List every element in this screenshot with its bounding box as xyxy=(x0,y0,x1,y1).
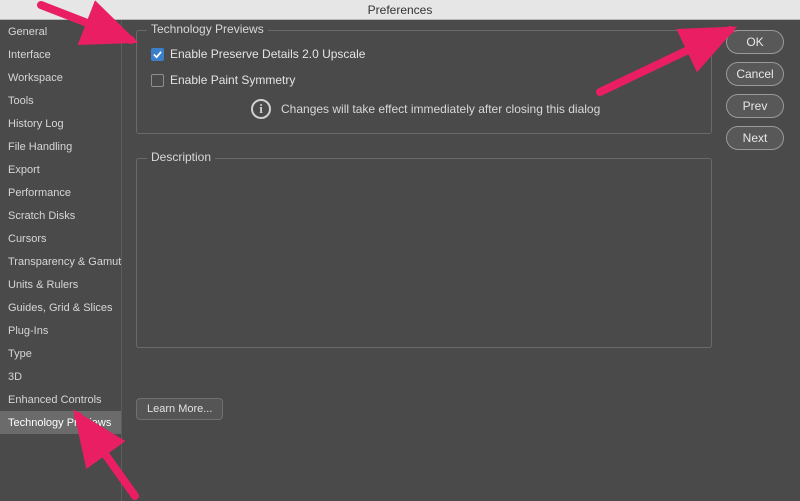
main-panel: Technology Previews Enable Preserve Deta… xyxy=(122,20,726,501)
sidebar-item-transparency-gamut[interactable]: Transparency & Gamut xyxy=(0,250,121,273)
sidebar-item-history-log[interactable]: History Log xyxy=(0,112,121,135)
checkbox-label: Enable Preserve Details 2.0 Upscale xyxy=(170,47,365,61)
window-title: Preferences xyxy=(368,3,433,17)
sidebar-item-technology-previews[interactable]: Technology Previews xyxy=(0,411,121,434)
info-icon: i xyxy=(251,99,271,119)
sidebar-item-file-handling[interactable]: File Handling xyxy=(0,135,121,158)
technology-previews-group: Technology Previews Enable Preserve Deta… xyxy=(136,30,712,134)
dialog-buttons: OK Cancel Prev Next xyxy=(726,20,800,501)
sidebar-item-cursors[interactable]: Cursors xyxy=(0,227,121,250)
description-title: Description xyxy=(147,150,215,164)
sidebar-item-3d[interactable]: 3D xyxy=(0,365,121,388)
sidebar-item-guides-grid-slices[interactable]: Guides, Grid & Slices xyxy=(0,296,121,319)
sidebar-item-interface[interactable]: Interface xyxy=(0,43,121,66)
learn-more-button[interactable]: Learn More... xyxy=(136,398,223,420)
checkbox-paint-symmetry[interactable] xyxy=(151,74,164,87)
sidebar-item-units-rulers[interactable]: Units & Rulers xyxy=(0,273,121,296)
sidebar-item-workspace[interactable]: Workspace xyxy=(0,66,121,89)
sidebar-item-general[interactable]: General xyxy=(0,20,121,43)
check-icon xyxy=(153,50,162,59)
info-row: i Changes will take effect immediately a… xyxy=(251,99,697,119)
ok-button[interactable]: OK xyxy=(726,30,784,54)
sidebar-item-performance[interactable]: Performance xyxy=(0,181,121,204)
description-group: Description xyxy=(136,158,712,348)
titlebar: Preferences xyxy=(0,0,800,20)
option-preserve-details[interactable]: Enable Preserve Details 2.0 Upscale xyxy=(151,47,697,61)
sidebar-item-export[interactable]: Export xyxy=(0,158,121,181)
option-paint-symmetry[interactable]: Enable Paint Symmetry xyxy=(151,73,697,87)
sidebar-item-type[interactable]: Type xyxy=(0,342,121,365)
checkbox-preserve-details[interactable] xyxy=(151,48,164,61)
checkbox-label: Enable Paint Symmetry xyxy=(170,73,295,87)
sidebar-item-enhanced-controls[interactable]: Enhanced Controls xyxy=(0,388,121,411)
info-text: Changes will take effect immediately aft… xyxy=(281,102,600,116)
sidebar-item-tools[interactable]: Tools xyxy=(0,89,121,112)
prev-button[interactable]: Prev xyxy=(726,94,784,118)
panel-title: Technology Previews xyxy=(147,22,268,36)
next-button[interactable]: Next xyxy=(726,126,784,150)
sidebar-item-plug-ins[interactable]: Plug-Ins xyxy=(0,319,121,342)
sidebar-item-scratch-disks[interactable]: Scratch Disks xyxy=(0,204,121,227)
window-body: General Interface Workspace Tools Histor… xyxy=(0,20,800,501)
preferences-sidebar: General Interface Workspace Tools Histor… xyxy=(0,20,122,501)
cancel-button[interactable]: Cancel xyxy=(726,62,784,86)
